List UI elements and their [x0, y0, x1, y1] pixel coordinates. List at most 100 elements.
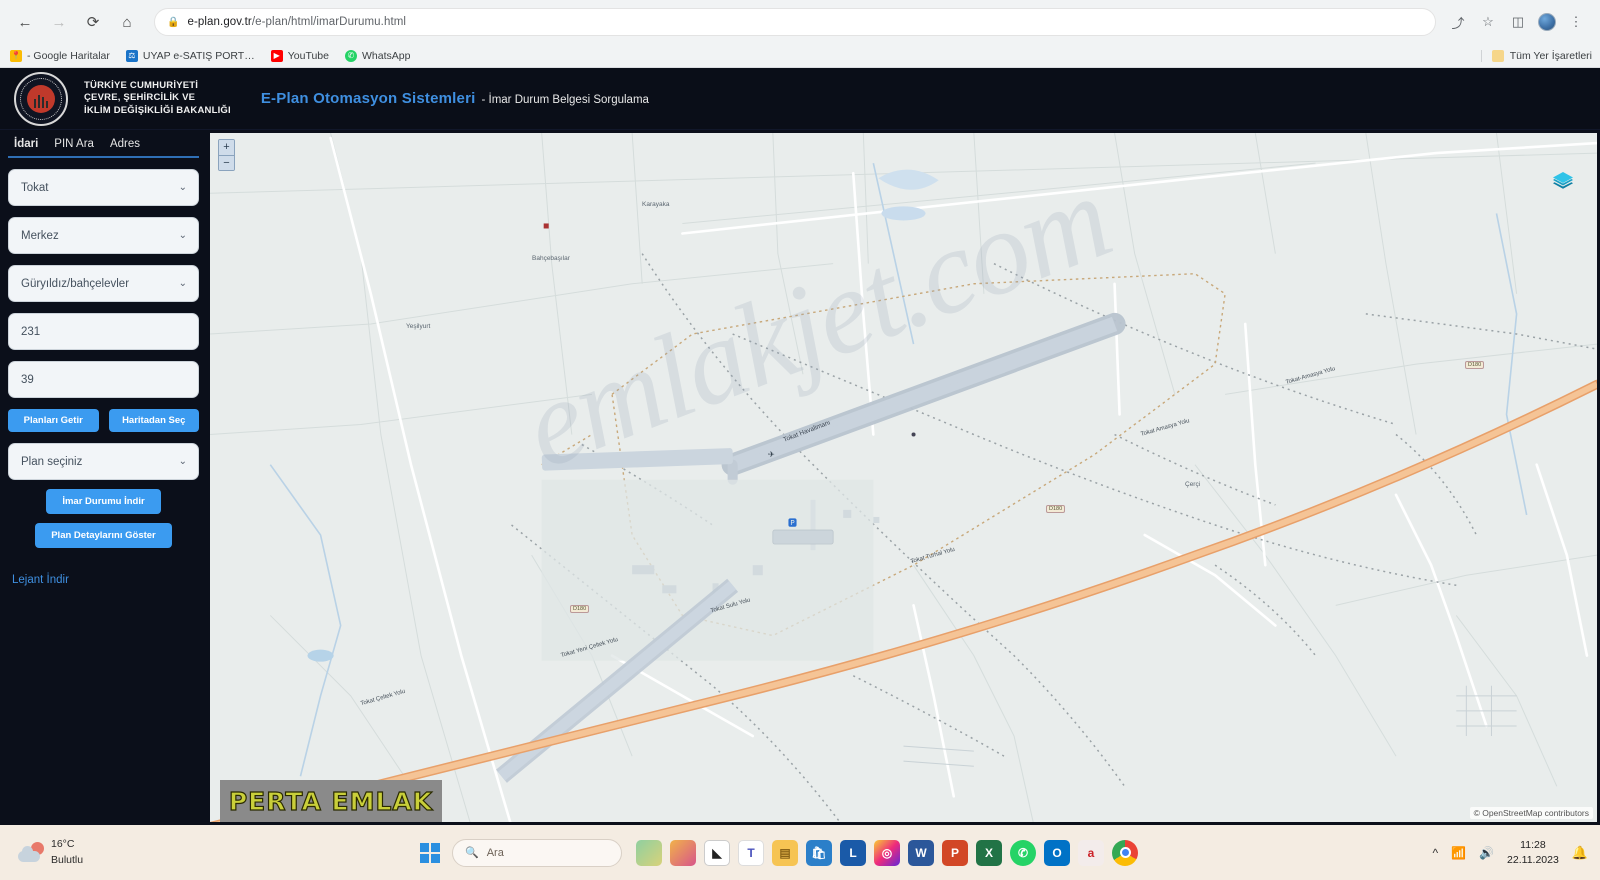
ministry-line-1: TÜRKİYE CUMHURİYETİ: [84, 80, 199, 92]
page-title: E-Plan Otomasyon Sistemleri - İmar Durum…: [261, 90, 649, 107]
search-input[interactable]: 🔍 Ara: [452, 838, 622, 867]
excel-icon[interactable]: X: [976, 839, 1002, 866]
sidebar: İdari PIN Ara Adres Tokat ⌄ Merkez ⌄ Gür…: [0, 130, 207, 825]
bell-icon[interactable]: 🔔: [1572, 845, 1588, 861]
uyap-icon: ⚖: [125, 49, 138, 62]
map-attribution[interactable]: © OpenStreetMap contributors: [1469, 807, 1593, 819]
file-explorer-icon[interactable]: ▤: [772, 839, 798, 866]
powerpoint-icon[interactable]: P: [942, 839, 968, 866]
bookmark-uyap[interactable]: ⚖ UYAP e-SATIŞ PORT…: [125, 49, 255, 62]
bookmark-youtube[interactable]: ▶ YouTube: [270, 49, 329, 62]
forward-button[interactable]: →: [44, 7, 74, 37]
ministry-line-2: ÇEVRE, ŞEHİRCİLİK VE: [84, 92, 196, 104]
address-bar-url: e-plan.gov.tr/e-plan/html/imarDurumu.htm…: [187, 16, 407, 28]
system-tray: ^ 📶 🔊 11:28 22.11.2023 🔔: [1432, 838, 1588, 866]
outlook-icon[interactable]: O: [1044, 839, 1070, 866]
tray-overflow-icon[interactable]: ^: [1432, 846, 1438, 860]
whatsapp-icon[interactable]: ✆: [1010, 839, 1036, 866]
ilce-select-value: Merkez: [21, 229, 59, 242]
chevron-down-icon: ⌄: [178, 182, 187, 193]
app-title-main: E-Plan Otomasyon Sistemleri: [260, 90, 476, 107]
zoom-out-button[interactable]: −: [219, 155, 234, 170]
profile-avatar[interactable]: [1538, 13, 1556, 31]
wifi-icon[interactable]: 📶: [1451, 846, 1466, 860]
page-content: TÜRKİYE CUMHURİYETİ ÇEVRE, ŞEHİRCİLİK VE…: [0, 68, 1600, 825]
overlay-logo-text: PERTA EMLAK: [228, 786, 434, 816]
linkedin-icon[interactable]: L: [840, 839, 866, 866]
back-button[interactable]: ←: [10, 7, 40, 37]
show-plan-details-button[interactable]: Plan Detaylarını Göster: [35, 523, 172, 548]
ministry-line-3: İKLİM DEĞİŞİKLİĞİ BAKANLIĞI: [84, 104, 231, 116]
chrome-icon[interactable]: [1112, 839, 1138, 866]
download-imar-durumu-button[interactable]: İmar Durumu İndir: [46, 489, 161, 514]
parsel-input[interactable]: 39: [8, 361, 199, 398]
pick-from-map-button[interactable]: Haritadan Seç: [108, 409, 199, 432]
weather-description: Bulutlu: [51, 853, 84, 866]
store-icon[interactable]: 🛍: [806, 839, 832, 866]
widgets-icon[interactable]: [636, 839, 662, 866]
star-icon[interactable]: ☆: [1478, 12, 1498, 32]
chevron-down-icon: ⌄: [178, 278, 187, 289]
il-select-value: Tokat: [21, 181, 49, 194]
tab-idari[interactable]: İdari: [14, 138, 38, 150]
overlay-watermark-logo: PERTA EMLAK: [220, 780, 442, 822]
get-plans-button[interactable]: Planları Getir: [8, 409, 99, 432]
weather-temperature: 16°C: [51, 838, 75, 851]
il-select[interactable]: Tokat ⌄: [8, 169, 199, 206]
download-status-row: İmar Durumu İndir: [8, 489, 199, 514]
reload-button[interactable]: ⟳: [78, 7, 108, 37]
folder-icon: [1491, 49, 1504, 62]
photos-icon[interactable]: [670, 839, 696, 866]
teams-icon[interactable]: T: [738, 839, 764, 866]
all-bookmarks-button[interactable]: Tüm Yer İşaretleri: [1480, 49, 1592, 62]
address-bar[interactable]: 🔒 e-plan.gov.tr/e-plan/html/imarDurumu.h…: [154, 8, 1436, 36]
paint-icon[interactable]: ◣: [704, 839, 730, 866]
legend-download-link[interactable]: Lejant İndir: [8, 574, 199, 586]
map-zoom-controls[interactable]: + −: [218, 139, 235, 171]
whatsapp-icon: ✆: [344, 49, 357, 62]
browser-toolbar: ← → ⟳ ⌂ 🔒 e-plan.gov.tr/e-plan/html/imar…: [0, 0, 1600, 44]
parsel-input-value: 39: [21, 373, 34, 386]
sidebar-tabs: İdari PIN Ara Adres: [8, 130, 199, 158]
plan-select[interactable]: Plan seçiniz ⌄: [8, 443, 199, 480]
sidepanel-icon[interactable]: ◫: [1508, 12, 1528, 32]
toolbar-actions: ⤴ ☆ ◫ ⋮: [1448, 12, 1590, 32]
emblem-inner: [27, 84, 55, 113]
map-container[interactable]: Karayaka Bahçebaşılar Yeşilyurt Tokat Ha…: [207, 130, 1600, 825]
mahalle-select-value: Güryıldız/bahçelevler: [21, 277, 130, 290]
windows-start-icon[interactable]: [420, 842, 440, 863]
acrobat-icon[interactable]: a: [1078, 839, 1104, 866]
word-icon[interactable]: W: [908, 839, 934, 866]
mahalle-select[interactable]: Güryıldız/bahçelevler ⌄: [8, 265, 199, 302]
ada-input-value: 231: [21, 325, 41, 338]
zoom-in-button[interactable]: +: [219, 140, 234, 155]
bookmark-label: WhatsApp: [361, 49, 411, 62]
ilce-select[interactable]: Merkez ⌄: [8, 217, 199, 254]
menu-kebab-icon[interactable]: ⋮: [1566, 12, 1586, 32]
instagram-icon[interactable]: ◎: [874, 839, 900, 866]
bookmark-whatsapp[interactable]: ✆ WhatsApp: [344, 49, 411, 62]
tab-pin-ara[interactable]: PIN Ara: [54, 138, 94, 150]
maps-pin-icon: 📍: [10, 49, 22, 62]
body-row: İdari PIN Ara Adres Tokat ⌄ Merkez ⌄ Gür…: [0, 130, 1600, 825]
ministry-name: TÜRKİYE CUMHURİYETİ ÇEVRE, ŞEHİRCİLİK VE…: [84, 80, 231, 116]
weather-text: 16°C Bulutlu: [51, 837, 83, 867]
lock-icon: 🔒: [167, 16, 180, 28]
layers-icon[interactable]: [1551, 169, 1575, 193]
bookmark-label: - Google Haritalar: [27, 49, 110, 62]
bookmark-label: YouTube: [287, 49, 329, 62]
map-canvas[interactable]: [210, 133, 1597, 825]
search-placeholder: Ara: [486, 846, 504, 859]
sidebar-action-row: Planları Getir Haritadan Seç: [8, 409, 199, 432]
clock[interactable]: 11:28 22.11.2023: [1507, 838, 1559, 866]
home-button[interactable]: ⌂: [112, 7, 142, 37]
volume-icon[interactable]: 🔊: [1479, 846, 1494, 860]
windows-taskbar: 16°C Bulutlu 🔍 Ara ◣ T ▤ 🛍 L ◎ W P X ✆ O…: [0, 825, 1600, 880]
tab-adres[interactable]: Adres: [110, 138, 140, 150]
ada-input[interactable]: 231: [8, 313, 199, 350]
share-icon[interactable]: ⤴: [1448, 12, 1468, 32]
bookmark-google-haritalar[interactable]: 📍 - Google Haritalar: [10, 49, 110, 62]
bookmarks-bar: 📍 - Google Haritalar ⚖ UYAP e-SATIŞ PORT…: [0, 44, 1600, 68]
weather-widget[interactable]: 16°C Bulutlu: [0, 837, 420, 867]
app-title-sub: - İmar Durum Belgesi Sorgulama: [481, 94, 649, 106]
